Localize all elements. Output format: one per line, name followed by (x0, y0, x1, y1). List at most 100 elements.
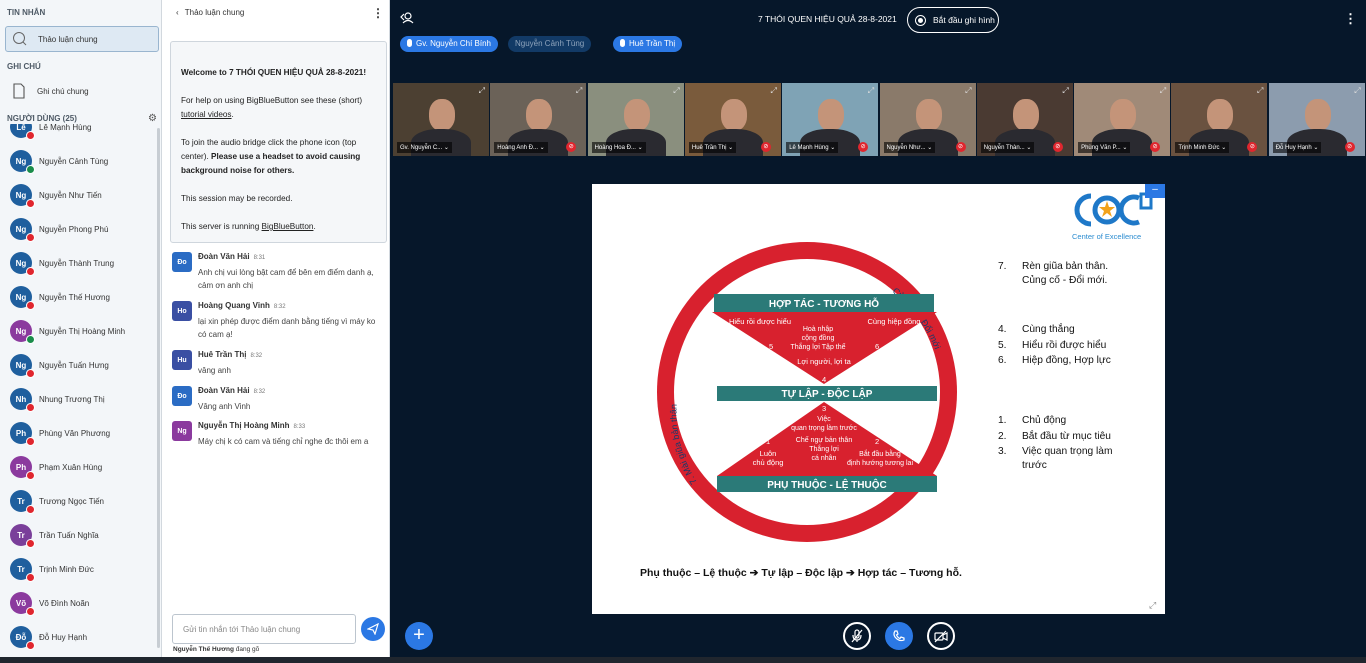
message-avatar: Đo (172, 386, 192, 406)
user-list-item[interactable]: Ph Phùng Văn Phương (0, 416, 156, 450)
talking-indicator[interactable]: Gv. Nguyễn Chí Bính (400, 36, 498, 52)
user-list-item[interactable]: Võ Võ Đình Noãn (0, 586, 156, 620)
user-list-item[interactable]: Tr Trịnh Minh Đức (0, 552, 156, 586)
webcam-tile[interactable]: Trịnh Minh Đức ⌄ ⊘ ⤢ (1171, 83, 1268, 156)
expand-icon[interactable]: ⤢ (576, 86, 582, 96)
webcam-name-label[interactable]: Nguyễn Thàn... ⌄ (980, 142, 1035, 153)
user-name: Nguyễn Thế Hương (39, 292, 110, 302)
mic-status-icon (26, 573, 35, 582)
user-list-item[interactable]: Ng Nguyễn Phong Phú (0, 212, 156, 246)
chat-options-icon[interactable]: ⋮ (372, 6, 384, 20)
message-time: 8:32 (273, 304, 286, 310)
minimize-presentation-button[interactable]: – (1145, 184, 1165, 198)
webcam-tile[interactable]: Huê Trần Thị ⌄ ⊘ ⤢ (684, 83, 781, 156)
message-avatar: Ho (172, 301, 192, 321)
expand-icon[interactable]: ⤢ (770, 86, 776, 96)
actions-plus-button[interactable]: + (405, 622, 433, 650)
user-name: Nhung Trương Thị (39, 394, 105, 404)
habit-list-456: 4. Cùng thắng 5. Hiểu rồi được hiểu 6. Hiệp đ… (996, 321, 1136, 370)
webcam-name: Nguyễn Như... (886, 145, 926, 151)
user-list-item[interactable]: Tr Trương Ngọc Tiến (0, 484, 156, 518)
webcam-name-label[interactable]: Gv. Nguyễn C... ⌄ (397, 142, 452, 153)
webcam-name-label[interactable]: Trịnh Minh Đức ⌄ (1175, 142, 1230, 153)
main-area: 7 THÓI QUEN HIỆU QUẢ 28-8-2021 Bắt đầu g… (391, 0, 1366, 663)
mic-status-icon (26, 233, 35, 242)
welcome-meeting-name: 7 THÓI QUEN HIỆU QUẢ 28-8-2021 (229, 68, 364, 77)
webcam-tile[interactable]: Đỗ Huy Hạnh ⌄ ⊘ ⤢ (1268, 83, 1365, 156)
mute-button[interactable] (843, 622, 871, 650)
welcome-line2a: For help on using BigBlueButton see thes… (181, 96, 363, 105)
webcam-name: Huê Trần Thị (691, 145, 727, 151)
webcam-name-label[interactable]: Hoàng Hoa Đ... ⌄ (591, 142, 646, 153)
expand-icon[interactable]: ⤢ (1160, 86, 1166, 96)
bigbluebutton-link[interactable]: BigBlueButton (262, 222, 314, 231)
user-list-item[interactable]: Ng Nguyễn Thế Hương (0, 280, 156, 314)
participant-face (623, 99, 650, 131)
webcam-tile[interactable]: Phùng Văn P... ⌄ ⊘ ⤢ (1074, 83, 1171, 156)
num-6: 6 (875, 342, 879, 351)
share-webcam-button[interactable] (927, 622, 955, 650)
record-button[interactable]: Bắt đầu ghi hình (907, 7, 999, 33)
webcam-tile[interactable]: Nguyễn Thàn... ⌄ ⊘ ⤢ (976, 83, 1073, 156)
webcam-tile[interactable]: Hoàng Hoa Đ... ⌄ ⤢ (587, 83, 684, 156)
talker-name: Nguyễn Cảnh Tùng (515, 39, 585, 48)
fullscreen-icon[interactable]: ⤢ (1149, 600, 1156, 611)
expand-icon[interactable]: ⤢ (868, 86, 874, 96)
webcam-name-label[interactable]: Hoàng Anh Đ... ⌄ (494, 142, 548, 153)
expand-icon[interactable]: ⤢ (965, 86, 971, 96)
message-initials: Đo (177, 258, 187, 266)
mic-status-icon (26, 165, 35, 174)
user-list-item[interactable]: Nh Nhung Trương Thị (0, 382, 156, 416)
shared-notes-item[interactable]: Ghi chú chung (5, 78, 159, 104)
expand-icon[interactable]: ⤢ (1354, 86, 1360, 96)
webcam-name-label[interactable]: Nguyễn Như... ⌄ (883, 142, 936, 153)
message-initials: Hu (177, 356, 187, 364)
user-list-item[interactable]: Ng Nguyễn Như Tiến (0, 178, 156, 212)
leave-audio-button[interactable] (885, 622, 913, 650)
talking-indicator[interactable]: Nguyễn Cảnh Tùng (508, 36, 592, 52)
user-list-item[interactable]: Ng Nguyễn Cảnh Tùng (0, 144, 156, 178)
webcam-tile[interactable]: Hoàng Anh Đ... ⌄ ⊘ ⤢ (490, 83, 587, 156)
habit-list-item: 1. Chủ động (998, 414, 1134, 428)
typing-user: Nguyễn Thế Hương (173, 646, 234, 653)
user-list-item[interactable]: Tr Trần Tuấn Nghĩa (0, 518, 156, 552)
mic-status-icon (26, 403, 35, 412)
tutorial-videos-link[interactable]: tutorial videos (181, 110, 232, 119)
expand-icon[interactable]: ⤢ (1062, 86, 1068, 96)
chat-input[interactable]: Gửi tin nhắn tới Thảo luận chung (172, 614, 356, 644)
user-list-item[interactable]: Ng Nguyễn Thành Trung (0, 246, 156, 280)
options-menu-icon[interactable]: ⋮ (1344, 11, 1357, 27)
users-list: Lê Lê Mạnh Hùng Ng Nguyễn Cảnh Tùng Ng Nguyễn… (0, 124, 158, 663)
typing-indicator: Nguyễn Thế Hương đang gõ (173, 646, 259, 653)
user-list-item[interactable]: Lê Lê Mạnh Hùng (0, 124, 156, 144)
upper-center-3: Thắng lợi Tập thể (790, 342, 845, 351)
users-scrollbar[interactable] (157, 128, 160, 648)
welcome-line4: This session may be recorded. (181, 194, 293, 203)
webcam-name-label[interactable]: Huê Trần Thị ⌄ (688, 142, 737, 153)
message-initials: Ho (177, 307, 187, 315)
expand-icon[interactable]: ⤢ (673, 86, 679, 96)
send-button[interactable] (361, 617, 385, 641)
webcam-name-label[interactable]: Lê Mạnh Hùng ⌄ (786, 142, 839, 153)
webcam-tile[interactable]: Lê Mạnh Hùng ⌄ ⊘ ⤢ (782, 83, 879, 156)
webcam-tile[interactable]: Nguyễn Như... ⌄ ⊘ ⤢ (879, 83, 976, 156)
user-list-item[interactable]: Đỗ Đỗ Huy Hạnh (0, 620, 156, 654)
webcam-name-label[interactable]: Phùng Văn P... ⌄ (1078, 142, 1131, 153)
user-list-item[interactable]: Ng Nguyễn Tuấn Hưng (0, 348, 156, 382)
user-leave-icon[interactable] (400, 12, 414, 26)
gear-icon[interactable]: ⚙ (148, 113, 157, 124)
habit-list-item: 4. Cùng thắng (998, 323, 1134, 337)
welcome-line5a: This server is running (181, 222, 262, 231)
chat-header[interactable]: ‹ Thảo luận chung (176, 8, 248, 17)
expand-icon[interactable]: ⤢ (1257, 86, 1263, 96)
public-chat-item[interactable]: Thảo luận chung (5, 26, 159, 52)
mic-status-icon (26, 369, 35, 378)
webcam-name-label[interactable]: Đỗ Huy Hạnh ⌄ (1272, 142, 1322, 153)
expand-icon[interactable]: ⤢ (479, 86, 485, 96)
chevron-left-icon[interactable]: ‹ (176, 8, 179, 17)
webcam-tile[interactable]: Gv. Nguyễn C... ⌄ ⤢ (393, 83, 489, 156)
typing-suffix: đang gõ (233, 646, 260, 653)
user-list-item[interactable]: Ph Phạm Xuân Hùng (0, 450, 156, 484)
user-list-item[interactable]: Ng Nguyễn Thị Hoàng Minh (0, 314, 156, 348)
talking-indicator[interactable]: Huê Trần Thị (613, 36, 683, 52)
